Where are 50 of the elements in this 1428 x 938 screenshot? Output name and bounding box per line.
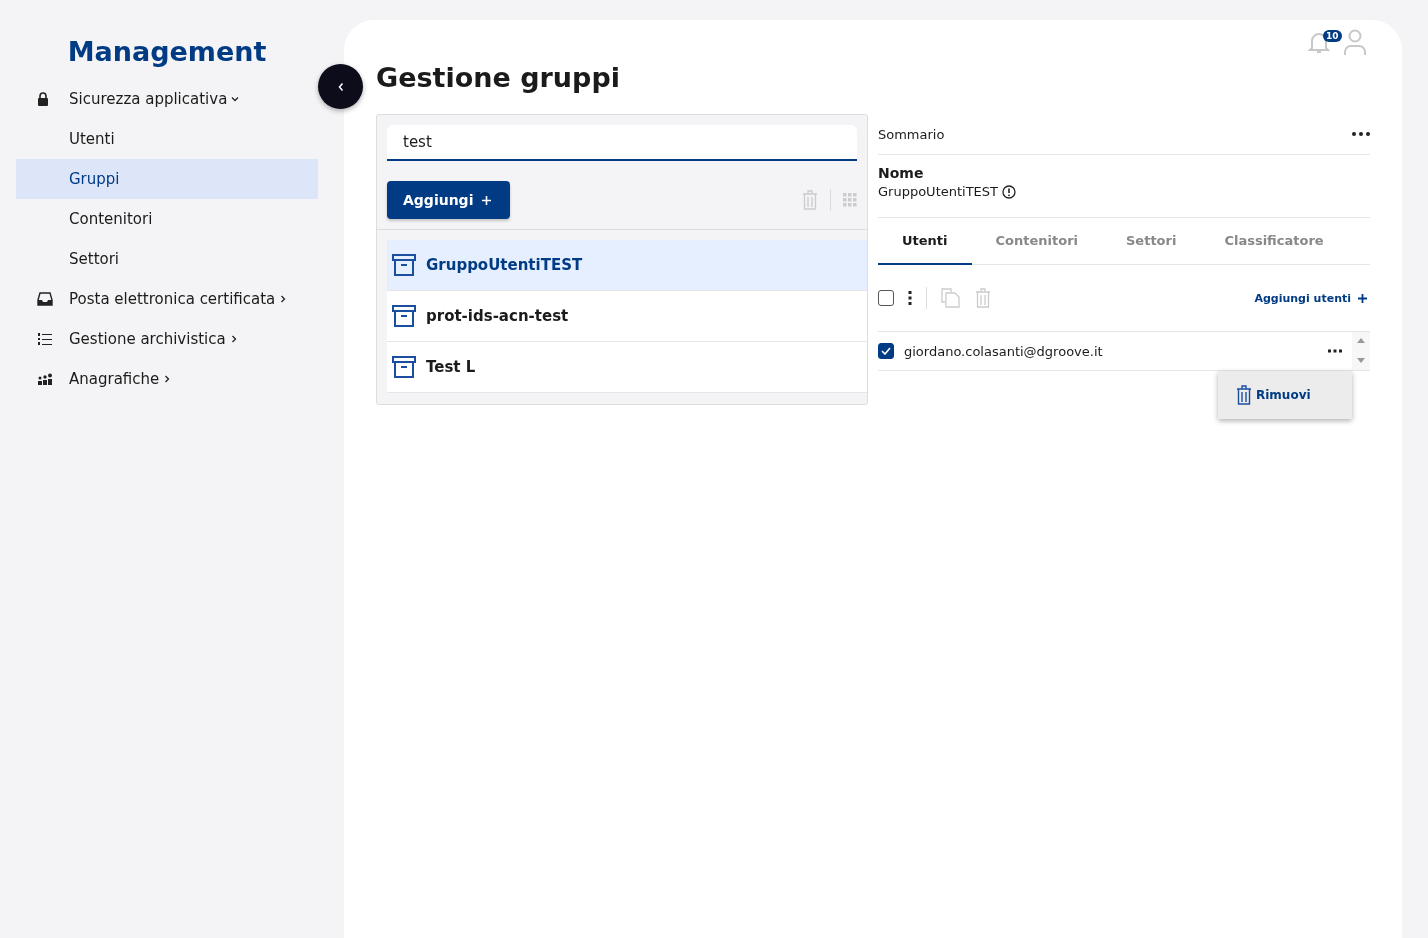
chevron-right-icon: [279, 295, 288, 303]
info-icon[interactable]: [1002, 184, 1017, 199]
add-button[interactable]: Aggiungi: [387, 181, 511, 219]
nav-subitem[interactable]: Utenti: [16, 119, 318, 159]
inbox-icon: [37, 292, 53, 306]
scroll-arrows-drawing: [1352, 332, 1370, 370]
group-list-item[interactable]: Test L: [387, 342, 867, 393]
nav-item[interactable]: Gestione archivistica: [16, 319, 238, 359]
select-all-checkbox[interactable]: [878, 290, 894, 306]
trash-icon: [1236, 385, 1252, 405]
nav-subitem[interactable]: Settori: [16, 239, 318, 279]
plus-icon: [1357, 292, 1368, 304]
group-list-item[interactable]: prot-ids-acn-test: [387, 291, 867, 342]
nav-subitem[interactable]: Contenitori: [16, 199, 318, 239]
section-title: Sommario: [878, 126, 945, 142]
tab[interactable]: Utenti: [878, 218, 972, 265]
menu-item[interactable]: Rimuovi: [1236, 385, 1311, 405]
group-list-item[interactable]: GruppoUtentiTEST: [387, 240, 867, 291]
nav-item[interactable]: Sicurezza applicativa: [16, 79, 240, 119]
brand-title: Management: [67, 36, 267, 67]
collapse-sidebar-button[interactable]: [318, 64, 363, 109]
tab[interactable]: Settori: [1102, 218, 1201, 265]
checkmark-icon: [881, 347, 891, 355]
archive-box-icon: [392, 305, 416, 327]
tab[interactable]: Contenitori: [971, 218, 1102, 265]
chevron-left-icon: [336, 81, 345, 92]
more-icon[interactable]: [1328, 349, 1342, 353]
people-icon: [37, 373, 53, 385]
archive-box-icon: [392, 254, 416, 276]
chevron-right-icon: [229, 335, 238, 343]
plus-icon: [481, 194, 493, 206]
tab[interactable]: Classificatore: [1200, 218, 1348, 265]
more-icon[interactable]: [1352, 132, 1370, 136]
row-checkbox[interactable]: [878, 343, 894, 359]
chevron-down-icon: [231, 95, 240, 103]
add-users-link[interactable]: Aggiungi utenti: [1254, 291, 1370, 305]
page-title: Gestione gruppi: [376, 61, 620, 95]
numbered-list-icon: [37, 332, 53, 346]
nav-item[interactable]: Posta elettronica certificata: [16, 279, 288, 319]
nav-item[interactable]: Anagrafiche: [16, 359, 172, 399]
notification-badge: 10: [1323, 30, 1342, 42]
search-field[interactable]: test: [387, 125, 857, 161]
vertical-dots-icon[interactable]: [908, 291, 912, 305]
lock-icon: [37, 92, 49, 106]
field-value: GruppoUtentiTEST: [878, 184, 999, 199]
chevron-right-icon: [163, 375, 172, 383]
archive-box-icon: [392, 356, 416, 378]
user-email: giordano.colasanti@dgroove.it: [904, 343, 1104, 359]
field-label: Nome: [878, 165, 924, 181]
nav-subitem[interactable]: Gruppi: [16, 159, 318, 199]
